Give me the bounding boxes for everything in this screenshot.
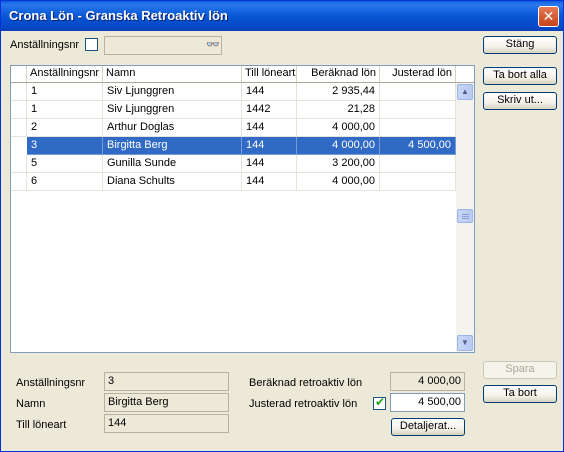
row-header[interactable] — [11, 155, 27, 173]
row-header[interactable] — [11, 173, 27, 191]
cell-calculated-pay[interactable]: 4 000,00 — [297, 137, 380, 155]
cell-name[interactable]: Diana Schults — [103, 173, 242, 191]
detail-wage-type-label: Till löneart — [16, 419, 67, 431]
details-button[interactable]: Detaljerat... — [391, 418, 465, 436]
review-retro-pay-window: Crona Lön - Granska Retroaktiv lön ✕ Ans… — [0, 0, 564, 452]
column-header-wage-type[interactable]: Till löneart — [242, 66, 297, 82]
filter-employee-label: Anställningsnr — [10, 39, 80, 51]
filter-employee-checkbox[interactable] — [85, 38, 98, 51]
row-header[interactable] — [11, 137, 27, 155]
chevron-down-icon: ▼ — [461, 338, 469, 347]
close-window-button[interactable]: ✕ — [538, 6, 559, 27]
delete-all-button[interactable]: Ta bort alla — [483, 67, 557, 85]
column-header-calculated-pay[interactable]: Beräknad lön — [297, 66, 380, 82]
cell-name[interactable]: Birgitta Berg — [103, 137, 242, 155]
cell-employee-no[interactable]: 3 — [27, 137, 103, 155]
table-row[interactable]: 1 Siv Ljunggren 1442 21,28 — [11, 101, 456, 119]
delete-button[interactable]: Ta bort — [483, 385, 557, 403]
cell-calculated-pay[interactable]: 2 935,44 — [297, 83, 380, 101]
cell-adjusted-pay[interactable]: 4 500,00 — [380, 137, 456, 155]
chevron-up-icon: ▲ — [461, 87, 469, 96]
title-bar[interactable]: Crona Lön - Granska Retroaktiv lön ✕ — [1, 1, 563, 31]
window-title: Crona Lön - Granska Retroaktiv lön — [9, 8, 228, 23]
row-header[interactable] — [11, 119, 27, 137]
print-button[interactable]: Skriv ut... — [483, 92, 557, 110]
cell-adjusted-pay[interactable] — [380, 173, 456, 191]
retro-pay-grid: Anställningsnr Namn Till löneart Beräkna… — [10, 65, 475, 353]
cell-adjusted-pay[interactable] — [380, 119, 456, 137]
cell-employee-no[interactable]: 2 — [27, 119, 103, 137]
cell-calculated-pay[interactable]: 4 000,00 — [297, 119, 380, 137]
cell-employee-no[interactable]: 1 — [27, 83, 103, 101]
cell-wage-type[interactable]: 144 — [242, 155, 297, 173]
detail-name-label: Namn — [16, 398, 46, 410]
close-icon: ✕ — [542, 8, 555, 24]
detail-name-field: Birgitta Berg — [104, 393, 229, 412]
cell-wage-type[interactable]: 144 — [242, 173, 297, 191]
cell-adjusted-pay[interactable] — [380, 101, 456, 119]
thumb-grip — [462, 216, 469, 217]
binoculars-icon[interactable]: 👓 — [206, 38, 220, 51]
cell-wage-type[interactable]: 144 — [242, 83, 297, 101]
grid-header: Anställningsnr Namn Till löneart Beräkna… — [11, 66, 474, 83]
column-header-employee-no[interactable]: Anställningsnr — [27, 66, 103, 82]
detail-employee-field: 3 — [104, 372, 229, 391]
scroll-down-button[interactable]: ▼ — [457, 335, 473, 351]
table-row[interactable]: 5 Gunilla Sunde 144 3 200,00 — [11, 155, 456, 173]
scroll-thumb[interactable] — [457, 209, 473, 223]
cell-wage-type[interactable]: 144 — [242, 119, 297, 137]
row-header-corner — [11, 66, 27, 82]
column-header-name[interactable]: Namn — [103, 66, 242, 82]
cell-employee-no[interactable]: 5 — [27, 155, 103, 173]
table-row[interactable]: 6 Diana Schults 144 4 000,00 — [11, 173, 456, 191]
cell-employee-no[interactable]: 1 — [27, 101, 103, 119]
thumb-grip — [462, 214, 469, 215]
table-row[interactable]: 3 Birgitta Berg 144 4 000,00 4 500,00 — [11, 137, 456, 155]
save-button[interactable]: Spara — [483, 361, 557, 379]
cell-adjusted-pay[interactable] — [380, 155, 456, 173]
cell-name[interactable]: Arthur Doglas — [103, 119, 242, 137]
thumb-grip — [462, 218, 469, 219]
cell-employee-no[interactable]: 6 — [27, 173, 103, 191]
detail-wage-type-field: 144 — [104, 414, 229, 433]
adjusted-retro-pay-input[interactable]: 4 500,00 — [390, 393, 465, 412]
close-button[interactable]: Stäng — [483, 36, 557, 54]
row-header[interactable] — [11, 101, 27, 119]
cell-name[interactable]: Gunilla Sunde — [103, 155, 242, 173]
adjusted-retro-pay-checkbox[interactable]: ✔ — [373, 395, 386, 410]
cell-wage-type[interactable]: 1442 — [242, 101, 297, 119]
detail-employee-label: Anställningsnr — [16, 377, 86, 389]
cell-wage-type[interactable]: 144 — [242, 137, 297, 155]
cell-name[interactable]: Siv Ljunggren — [103, 101, 242, 119]
scroll-up-button[interactable]: ▲ — [457, 84, 473, 100]
cell-name[interactable]: Siv Ljunggren — [103, 83, 242, 101]
calculated-retro-pay-field: 4 000,00 — [390, 372, 465, 391]
grid-vertical-scrollbar[interactable]: ▲ ▼ — [456, 83, 474, 352]
calculated-retro-pay-label: Beräknad retroaktiv lön — [249, 377, 363, 389]
cell-calculated-pay[interactable]: 21,28 — [297, 101, 380, 119]
checkmark-icon: ✔ — [375, 395, 386, 409]
table-row[interactable]: 1 Siv Ljunggren 144 2 935,44 — [11, 83, 456, 101]
row-header[interactable] — [11, 83, 27, 101]
cell-adjusted-pay[interactable] — [380, 83, 456, 101]
employee-search-input[interactable]: 👓 — [104, 36, 222, 55]
column-header-adjusted-pay[interactable]: Justerad lön — [380, 66, 456, 82]
table-row[interactable]: 2 Arthur Doglas 144 4 000,00 — [11, 119, 456, 137]
adjusted-retro-pay-label: Justerad retroaktiv lön — [249, 398, 358, 410]
cell-calculated-pay[interactable]: 3 200,00 — [297, 155, 380, 173]
cell-calculated-pay[interactable]: 4 000,00 — [297, 173, 380, 191]
